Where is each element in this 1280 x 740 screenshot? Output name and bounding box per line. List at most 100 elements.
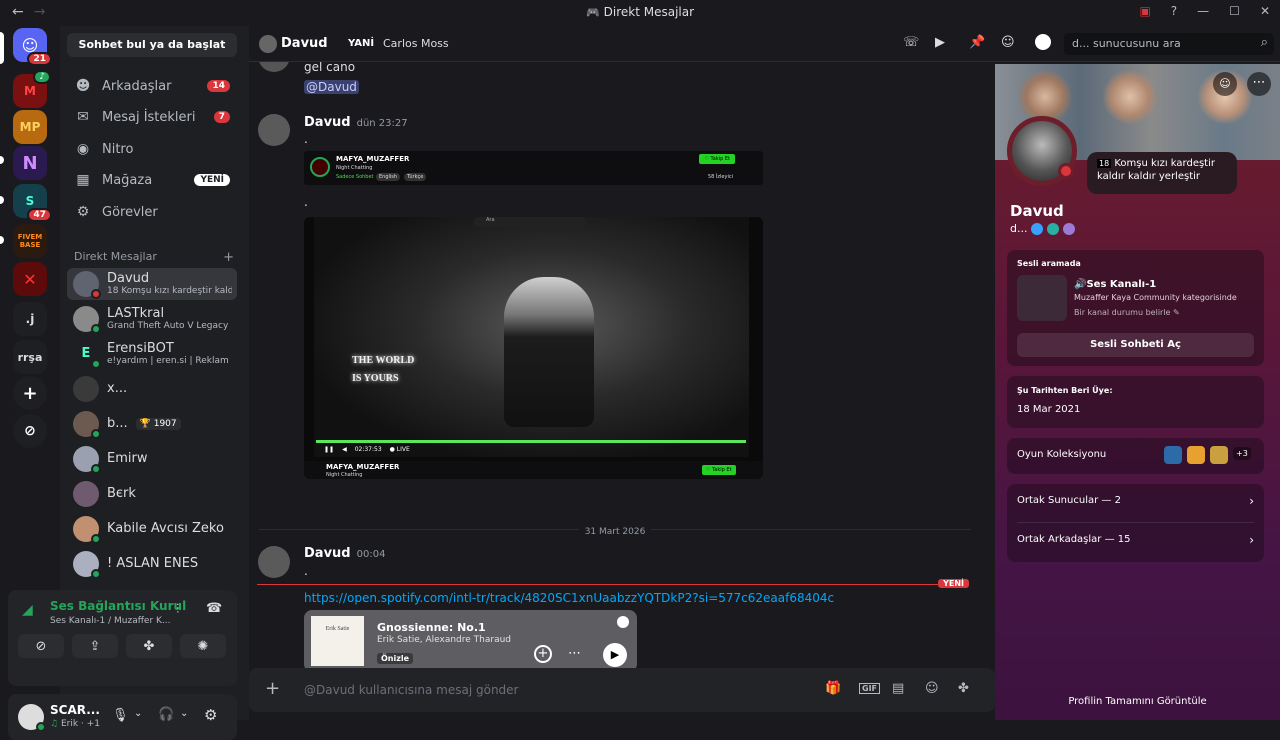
stream-embed[interactable]: MAFYA_MUZAFFER Night Chatting Sadece Soh… [304, 151, 763, 185]
dm-item-aslan-enes[interactable]: ! ASLAN ENES [67, 548, 237, 580]
game-icon[interactable] [1210, 446, 1228, 464]
dm-item-emirw[interactable]: Emirw [67, 443, 237, 475]
help-icon[interactable]: ? [1171, 4, 1177, 18]
pause-icon[interactable]: ❚❚ [324, 446, 334, 453]
dm-item-berk[interactable]: Bєrk [67, 478, 237, 510]
view-full-profile-link[interactable]: Profilin Tamamını Görüntüle [995, 696, 1280, 707]
badge-icon[interactable] [1063, 222, 1076, 235]
maximize-icon[interactable]: ☐ [1229, 4, 1240, 18]
message-avatar[interactable] [258, 114, 290, 146]
more-icon[interactable]: ⋯ [568, 646, 581, 661]
sticker-icon[interactable]: ▤ [892, 681, 904, 696]
explore-button[interactable]: ⊘ [13, 414, 47, 448]
spotify-link[interactable]: https://open.spotify.com/intl-tr/track/4… [304, 591, 834, 605]
dm-item-davud[interactable]: Davud18 Komşu kızı kardeştir kaldır kald… [67, 268, 237, 300]
search-input[interactable]: d... sunucusunu ara ⌕ [1064, 33, 1274, 55]
screen-share-button[interactable]: ⇪ [72, 634, 118, 658]
nav-shop[interactable]: ▦ Mağaza YENİ [68, 166, 238, 194]
noise-suppression-icon[interactable]: ⫶ [176, 602, 179, 617]
dm-item-lastkral[interactable]: LASTkral Grand Theft Auto V Legacy [67, 303, 237, 335]
add-friend-icon[interactable]: ☺ [1213, 72, 1237, 96]
server-icon-s[interactable]: S 47 [13, 184, 52, 222]
dm-item-erensibot[interactable]: E ErensiBOTe!yardım | eren.si | Reklam y… [67, 338, 237, 370]
follow-button[interactable]: ♡ Takip Et [702, 465, 736, 475]
game-collection-card[interactable]: Oyun Koleksiyonu +3 [1007, 438, 1264, 474]
badge-icon[interactable] [1047, 222, 1060, 235]
add-server-button[interactable]: + [13, 376, 47, 410]
header-username[interactable]: Davud [281, 36, 328, 51]
voice-call-icon[interactable]: ☏ [903, 35, 919, 50]
mutual-servers-row[interactable]: Ortak Sunucular — 2 › [1017, 494, 1254, 508]
inbox-icon[interactable]: ▣ [1139, 4, 1150, 18]
nav-quests[interactable]: ⚙ Görevler [68, 198, 238, 226]
video-progress[interactable] [316, 440, 746, 443]
chevron-down-icon[interactable]: ⌄ [134, 708, 142, 719]
game-icon[interactable] [1187, 446, 1205, 464]
settings-icon[interactable]: ⚙ [204, 706, 217, 724]
set-channel-status[interactable]: Bir kanal durumu belirle ✎ [1074, 308, 1180, 317]
gif-icon[interactable]: GIF [859, 683, 881, 694]
emoji-icon[interactable]: ☺ [925, 681, 939, 696]
nav-message-requests[interactable]: ✉ Mesaj İstekleri 7 [68, 103, 238, 131]
video-search[interactable]: Ara [474, 217, 586, 227]
mention[interactable]: @Davud [304, 80, 359, 94]
server-icon[interactable] [1017, 275, 1067, 321]
follow-button[interactable]: ♡ Takip Et [699, 154, 735, 164]
dm-item-zeko[interactable]: Kabile Avcısı Zeko [67, 513, 237, 545]
user-avatar[interactable] [18, 704, 46, 732]
message-input[interactable]: @Davud kullanıcısına mesaj gönder [304, 683, 519, 697]
server-icon-1[interactable]: M ♪ [13, 70, 51, 108]
apps-icon[interactable]: ✤ [958, 681, 969, 696]
profile-avatar[interactable] [1007, 116, 1077, 186]
find-conversation-button[interactable]: Sohbet bul ya da başlat [67, 33, 237, 57]
video-embed[interactable]: Ara THE WORLD IS YOURS ❚❚ ◀ 02:37:53 ● LIVE… [304, 217, 763, 479]
server-icon-x[interactable]: ✕ [13, 262, 47, 296]
play-icon[interactable]: ▶ [603, 643, 627, 667]
video-controls: ❚❚ ◀ 02:37:53 ● LIVE [324, 446, 410, 453]
chevron-down-icon[interactable]: ⌄ [180, 708, 188, 719]
activities-button[interactable]: ✤ [126, 634, 172, 658]
game-icon[interactable] [1164, 446, 1182, 464]
nav-friends[interactable]: ☻ Arkadaşlar 14 [68, 72, 238, 100]
server-icon-mp[interactable]: MP [13, 110, 47, 144]
dm-item-b[interactable]: b... 🏆 1907 [67, 408, 237, 440]
server-icon-rrsa[interactable]: rrşa [13, 340, 47, 374]
voice-status-title[interactable]: Ses Bağlantısı Kurul [50, 599, 186, 613]
mic-icon[interactable]: 🎙 [112, 708, 129, 723]
home-button[interactable]: ☺ 21 [13, 28, 52, 66]
user-profile-icon[interactable] [1035, 34, 1051, 50]
track-artist[interactable]: Erik Satie, Alexandre Tharaud [377, 635, 511, 645]
volume-icon[interactable]: ◀ [342, 446, 347, 453]
message-avatar[interactable] [258, 546, 290, 578]
close-icon[interactable]: ✕ [1260, 4, 1270, 18]
user-name[interactable]: SCAR... [50, 703, 100, 717]
nav-nitro[interactable]: ◉ Nitro [68, 135, 238, 163]
minimize-icon[interactable]: — [1197, 4, 1209, 18]
add-friend-icon[interactable]: ☺ [1001, 35, 1015, 50]
pin-icon[interactable]: 📌 [969, 35, 985, 50]
custom-status-bubble[interactable]: 18 Komşu kızı kardeştir kaldır kaldır ye… [1087, 152, 1237, 194]
voice-channel-name[interactable]: 🔊Ses Kanalı-1 [1074, 279, 1156, 290]
camera-off-button[interactable]: ⊘ [18, 634, 64, 658]
message-author[interactable]: Davud 00:04 [304, 546, 385, 561]
badge-icon[interactable] [1031, 222, 1044, 235]
mutual-friends-row[interactable]: Ortak Arkadaşlar — 15 › [1017, 533, 1254, 547]
server-icon-fivem[interactable]: FIVEM BASE [13, 224, 47, 258]
add-icon[interactable]: + [534, 645, 552, 663]
open-voice-chat-button[interactable]: Sesli Sohbeti Aç [1017, 333, 1254, 357]
server-icon-j[interactable]: .j [13, 302, 47, 336]
message-author[interactable]: Davud dün 23:27 [304, 115, 408, 130]
voice-channel-name[interactable]: Ses Kanalı-1 / Muzaffer K... [50, 616, 171, 626]
album-art[interactable]: Erik Satie [311, 616, 364, 666]
server-icon-n[interactable]: N [13, 146, 47, 180]
more-icon[interactable]: ⋯ [1247, 72, 1271, 96]
upload-icon[interactable]: + [265, 678, 280, 699]
dm-item-x[interactable]: x... [67, 373, 237, 405]
gift-icon[interactable]: 🎁 [825, 681, 841, 696]
track-title[interactable]: Gnossienne: No.1 [377, 621, 486, 634]
soundboard-button[interactable]: ✺ [180, 634, 226, 658]
chat-header: Davud YANİ Carlos Moss ☏ ▶ 📌 ☺ d... sunu… [249, 26, 1280, 62]
create-dm-icon[interactable]: + [223, 250, 234, 265]
disconnect-icon[interactable]: ☎ [206, 601, 222, 616]
video-call-icon[interactable]: ▶ [935, 35, 945, 50]
